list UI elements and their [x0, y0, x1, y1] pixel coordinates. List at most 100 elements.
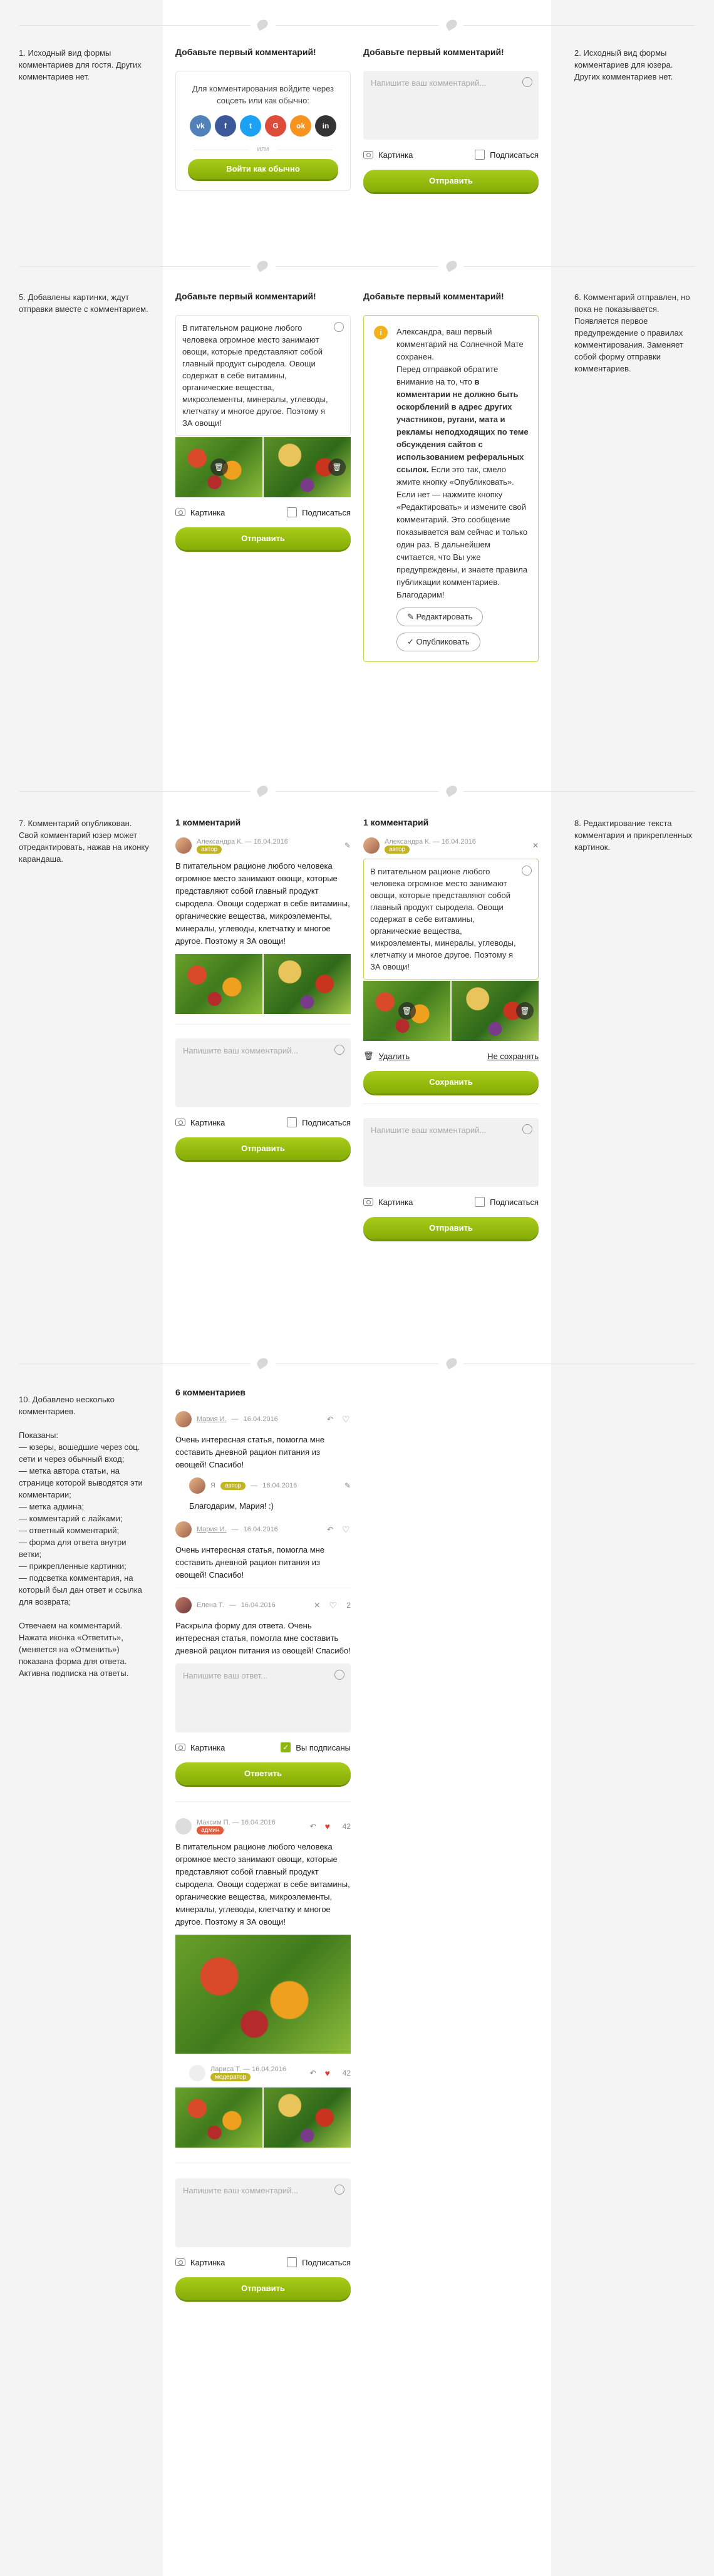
comment-image[interactable]	[264, 2087, 351, 2148]
attach-picture[interactable]: Картинка	[175, 1118, 225, 1127]
smile-icon[interactable]	[522, 866, 532, 876]
comment-input[interactable]: Напишите ваш комментарий...	[175, 1038, 351, 1107]
comment-meta: Александра К. — 16.04.2016 автор ✕	[363, 837, 539, 854]
comment-image[interactable]	[175, 1935, 351, 2054]
send-button[interactable]: Отправить	[363, 1217, 539, 1239]
close-icon[interactable]: ✕	[314, 1601, 320, 1610]
edit-input[interactable]: В питательном рационе любого человека ог…	[363, 859, 539, 980]
attach-picture[interactable]: Картинка	[175, 2258, 225, 2267]
save-button[interactable]: Сохранить	[363, 1071, 539, 1094]
comment-input[interactable]: Напишите ваш комментарий...	[363, 1118, 539, 1187]
comment-image[interactable]	[175, 954, 262, 1014]
reply-icon[interactable]: ↶	[327, 1415, 333, 1424]
odnoklassniki-icon[interactable]: ok	[290, 115, 311, 137]
smile-icon[interactable]	[334, 322, 344, 332]
close-icon[interactable]: ✕	[532, 841, 539, 850]
form-options: Картинка Подписаться	[175, 2257, 351, 2267]
trash-icon[interactable]: 🗑	[328, 458, 346, 476]
reply-input[interactable]: Напишите ваш ответ...	[175, 1663, 351, 1732]
form-options: Картинка Подписаться	[363, 150, 539, 160]
form-title: Добавьте первый комментарий!	[175, 291, 316, 301]
author-name[interactable]: Мария И.	[197, 1415, 227, 1423]
nosave-link[interactable]: Не сохранять	[487, 1052, 539, 1061]
attach-picture[interactable]: Картинка	[175, 1743, 225, 1752]
smile-icon[interactable]	[522, 1124, 532, 1134]
heart-icon[interactable]: ♡	[342, 1415, 351, 1424]
warning-p2: Перед отправкой обратите внимание на то,…	[396, 365, 529, 599]
subscribe-checkbox[interactable]: Подписаться	[287, 2257, 351, 2267]
guest-form: Добавьте первый комментарий! Для коммент…	[175, 47, 351, 191]
twitter-icon[interactable]: t	[240, 115, 261, 137]
facebook-icon[interactable]: f	[215, 115, 236, 137]
smile-icon[interactable]	[334, 1045, 344, 1055]
publish-button[interactable]: ✓ Опубликовать	[396, 633, 480, 651]
note-5: 5. Добавлены картинки, ждут отправки вме…	[19, 292, 148, 314]
send-button[interactable]: Отправить	[363, 170, 539, 192]
author-name[interactable]: Лариса Т.	[210, 2066, 241, 2073]
separator	[0, 18, 714, 31]
login-button[interactable]: Войти как обычно	[188, 159, 338, 179]
heart-icon[interactable]: ♡	[329, 1601, 338, 1610]
comment-meta: Елена Т. — 16.04.2016 ✕ ♡ 2	[175, 1597, 351, 1613]
comment-text: В питательном рационе любого человека ог…	[175, 1842, 350, 1927]
send-button[interactable]: Отправить	[175, 2277, 351, 2300]
author-name[interactable]: Максим П.	[197, 1819, 230, 1826]
comment-date: 16.04.2016	[441, 837, 476, 846]
edit-comment: 1 комментарий Александра К. — 16.04.2016…	[363, 817, 539, 1239]
comment-image[interactable]	[264, 954, 351, 1014]
heart-icon[interactable]: ♡	[342, 1525, 351, 1534]
author-name[interactable]: Елена Т.	[197, 1601, 224, 1609]
delete-link[interactable]: 🗑 Удалить	[363, 1051, 410, 1061]
pencil-icon[interactable]: ✎	[344, 1481, 351, 1490]
form-with-images: Добавьте первый комментарий! В питательн…	[175, 291, 351, 550]
attached-images: 🗑 🗑	[363, 981, 539, 1041]
subscribed-checkbox[interactable]: ✓ Вы подписаны	[281, 1742, 351, 1752]
admin-badge: админ	[197, 1826, 224, 1834]
vk-icon[interactable]: vk	[190, 115, 211, 137]
attach-picture[interactable]: Картинка	[363, 150, 413, 160]
note-7: 7. Комментарий опубликован. Свой коммент…	[19, 819, 149, 864]
pencil-icon[interactable]: ✎	[344, 841, 351, 850]
info-icon: i	[374, 326, 388, 339]
subscribe-checkbox[interactable]: Подписаться	[287, 507, 351, 517]
subscribe-checkbox[interactable]: Подписаться	[475, 150, 539, 160]
answer-button[interactable]: Ответить	[175, 1762, 351, 1785]
subscribe-checkbox[interactable]: Подписаться	[287, 1117, 351, 1127]
attach-picture[interactable]: Картинка	[363, 1197, 413, 1207]
send-button[interactable]: Отправить	[175, 1137, 351, 1160]
comment-input[interactable]: Напишите ваш комментарий...	[175, 2178, 351, 2247]
trash-icon[interactable]: 🗑	[210, 458, 228, 476]
subscribe-checkbox[interactable]: Подписаться	[475, 1197, 539, 1207]
author-name[interactable]: Александра К.	[385, 838, 431, 846]
likes-count: 42	[342, 1822, 351, 1831]
attach-picture[interactable]: Картинка	[175, 508, 225, 517]
send-button[interactable]: Отправить	[175, 527, 351, 550]
heart-icon[interactable]: ♥	[325, 1822, 334, 1831]
trash-icon[interactable]: 🗑	[398, 1002, 416, 1020]
comment-input[interactable]: Напишите ваш комментарий...	[363, 71, 539, 140]
smile-icon[interactable]	[334, 2185, 344, 2195]
heart-icon[interactable]: ♥	[325, 2069, 334, 2077]
reply-icon[interactable]: ↶	[310, 1822, 316, 1831]
comment-text: Очень интересная статья, помогла мне сос…	[175, 1435, 325, 1469]
edit-button[interactable]: ✎ Редактировать	[396, 608, 484, 626]
author-name[interactable]: Мария И.	[197, 1526, 227, 1533]
smile-icon[interactable]	[334, 1670, 344, 1680]
comment-input[interactable]: В питательном рационе любого человека ог…	[175, 315, 351, 436]
attached-image: 🗑	[452, 981, 539, 1041]
form-options: Картинка Подписаться	[175, 507, 351, 517]
trash-icon[interactable]: 🗑	[516, 1002, 534, 1020]
reply-icon[interactable]: ↶	[327, 1525, 333, 1534]
author-name[interactable]: Александра К.	[197, 838, 243, 846]
comment-image[interactable]	[175, 2087, 262, 2148]
camera-icon	[363, 151, 373, 158]
published-comment: 1 комментарий Александра К. — 16.04.2016…	[175, 817, 351, 1160]
attached-image: 🗑	[264, 437, 351, 497]
google-icon[interactable]: G	[265, 115, 286, 137]
avatar	[189, 2065, 205, 2081]
smile-icon[interactable]	[522, 77, 532, 87]
comment-meta: Мария И. — 16.04.2016 ↶ ♡	[175, 1521, 351, 1538]
camera-icon	[175, 1119, 185, 1126]
reply-icon[interactable]: ↶	[310, 2069, 316, 2077]
instagram-icon[interactable]: in	[315, 115, 336, 137]
